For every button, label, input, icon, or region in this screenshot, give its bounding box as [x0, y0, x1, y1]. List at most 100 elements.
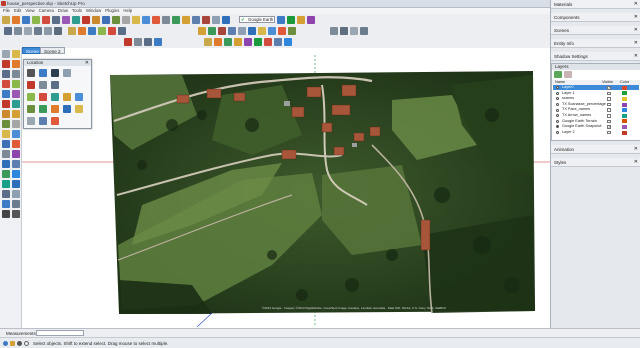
add-location-icon[interactable] — [277, 16, 285, 24]
layer-visible-checkbox[interactable] — [607, 97, 611, 101]
axes-icon[interactable] — [224, 38, 232, 46]
shaded-icon[interactable] — [98, 27, 106, 35]
scale-tool-icon[interactable] — [2, 120, 10, 128]
walkthrough-icon[interactable] — [274, 38, 282, 46]
text-tool-icon[interactable] — [12, 140, 20, 148]
layer-visible-checkbox[interactable] — [607, 91, 611, 96]
arc-tool-icon[interactable] — [12, 80, 20, 88]
layer-name[interactable]: Google Earth Terrain — [562, 119, 597, 124]
top-view-icon[interactable] — [14, 27, 22, 35]
pan-tool-icon[interactable] — [12, 160, 20, 168]
move-tool-icon[interactable] — [2, 100, 10, 108]
layer-visible-checkbox[interactable] — [607, 114, 611, 118]
layer-color-swatch[interactable] — [622, 130, 627, 135]
circle-tool-icon[interactable] — [2, 80, 10, 88]
section-plane-icon[interactable] — [278, 27, 286, 35]
circle-icon[interactable] — [62, 16, 70, 24]
section-cut-icon[interactable] — [124, 38, 132, 46]
tray-scenes-header[interactable]: Scenes ✕ — [551, 26, 640, 35]
layer-color-swatch[interactable] — [622, 113, 627, 118]
walk-tool-icon[interactable] — [12, 190, 20, 198]
freehand-tool-icon[interactable] — [12, 90, 20, 98]
arc-icon[interactable] — [42, 16, 50, 24]
active-layer-radio[interactable] — [556, 91, 559, 95]
3d-text-tool-icon[interactable] — [12, 150, 20, 158]
tape-tool-icon[interactable] — [2, 130, 10, 138]
scale-small-icon[interactable] — [63, 93, 71, 101]
layer-visible-checkbox[interactable]: ✓ — [607, 86, 611, 90]
layers-header[interactable]: Layers — [552, 64, 640, 70]
rectangle-tool-icon[interactable] — [2, 70, 10, 78]
pan-small-icon[interactable] — [63, 105, 71, 113]
select-arrow-icon[interactable] — [27, 69, 35, 77]
active-layer-radio[interactable] — [556, 97, 559, 101]
credits-icon[interactable] — [10, 341, 15, 346]
axes-tool-icon[interactable] — [2, 150, 10, 158]
eraser-icon[interactable] — [12, 16, 20, 24]
polygon-tool-icon[interactable] — [2, 90, 10, 98]
layer-row[interactable]: TX Arrow_names — [553, 113, 639, 118]
location-dropdown[interactable]: ✔ Google Earth — [239, 16, 275, 23]
layer-visible-checkbox[interactable] — [607, 108, 611, 112]
active-layer-radio[interactable] — [556, 125, 559, 129]
tray-materials-header[interactable]: Materials ✕ — [551, 0, 640, 9]
layer-color-swatch[interactable] — [622, 124, 627, 129]
flip-edge-icon[interactable] — [248, 27, 256, 35]
close-icon[interactable]: ✕ — [634, 52, 638, 61]
dimension-tool-icon[interactable] — [12, 130, 20, 138]
toggle-terrain-icon[interactable] — [287, 16, 295, 24]
offset-tool-icon[interactable] — [12, 120, 20, 128]
line-icon[interactable] — [32, 16, 40, 24]
look-small-icon[interactable] — [39, 117, 47, 125]
look-around-tool-icon[interactable] — [2, 200, 10, 208]
push-pull-icon[interactable] — [82, 16, 90, 24]
component-icon[interactable] — [39, 69, 47, 77]
text-icon[interactable] — [142, 16, 150, 24]
close-icon[interactable]: ✕ — [634, 26, 638, 35]
tray-entity-info-header[interactable]: Entity Info ✕ — [551, 39, 640, 48]
close-icon[interactable]: ✕ — [634, 145, 638, 154]
previous-tool-icon[interactable] — [12, 180, 20, 188]
zoom-icon[interactable] — [172, 16, 180, 24]
hidden-line-icon[interactable] — [88, 27, 96, 35]
paint-sample-icon[interactable] — [134, 38, 142, 46]
tape-small-icon[interactable] — [27, 105, 35, 113]
layer-name[interactable]: TX Pace_names — [562, 107, 590, 112]
zoom-small-icon[interactable] — [75, 105, 83, 113]
tray-animation-header[interactable]: Animation ✕ — [551, 145, 640, 154]
shadows-icon[interactable] — [288, 27, 296, 35]
section-tool-icon[interactable] — [12, 200, 20, 208]
outer-shell-icon[interactable] — [360, 27, 368, 35]
zoom-extents-icon[interactable] — [182, 16, 190, 24]
polygon-icon[interactable] — [72, 16, 80, 24]
paint-bucket-icon[interactable] — [22, 16, 30, 24]
offset-icon[interactable] — [122, 16, 130, 24]
freehand-small-icon[interactable] — [51, 81, 59, 89]
camera-icon[interactable] — [212, 16, 220, 24]
home-icon[interactable] — [154, 38, 162, 46]
eraser-small-icon[interactable] — [63, 69, 71, 77]
drape-icon[interactable] — [228, 27, 236, 35]
close-icon[interactable]: ✕ — [634, 13, 638, 22]
layer-row[interactable]: TX Pace_names — [553, 107, 639, 113]
walk-icon[interactable] — [222, 16, 230, 24]
layer-visible-checkbox[interactable] — [607, 130, 611, 135]
offset-small-icon[interactable] — [75, 93, 83, 101]
layer-name[interactable]: Layer 2 — [562, 130, 575, 135]
layer-name[interactable]: TX Arrow_names — [562, 113, 591, 118]
iso-view-icon[interactable] — [4, 27, 12, 35]
follow-me-icon[interactable] — [204, 38, 212, 46]
rotate-small-icon[interactable] — [51, 93, 59, 101]
previous-view-icon[interactable] — [192, 16, 200, 24]
active-layer-radio[interactable] — [556, 114, 559, 118]
tray-shadow-settings-header[interactable]: Shadow Settings ✕ — [551, 52, 640, 61]
solid-tools-icon[interactable] — [350, 27, 358, 35]
scene-tab-2[interactable]: Scene 2 — [40, 47, 65, 54]
orbit-small-icon[interactable] — [51, 105, 59, 113]
close-icon[interactable]: ✕ — [634, 0, 638, 9]
active-layer-radio[interactable] — [556, 119, 559, 123]
warehouse-icon[interactable] — [284, 38, 292, 46]
orbit-tool-icon[interactable] — [2, 160, 10, 168]
layer-row[interactable]: Layer 2 — [553, 130, 639, 135]
layer-row[interactable]: Google Earth Snapshot ✓ — [553, 124, 639, 129]
